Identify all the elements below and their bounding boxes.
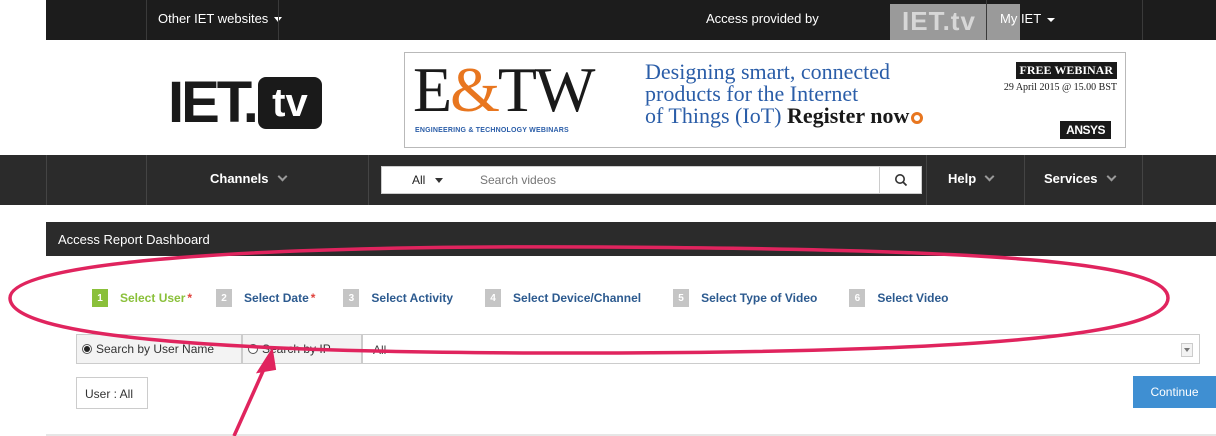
webinar-banner-ad[interactable]: E&TW ENGINEERING & TECHNOLOGY WEBINARS D… — [404, 52, 1126, 148]
sponsor-logo: ANSYS — [1060, 121, 1111, 139]
banner-line-3: of Things (IoT) — [645, 103, 782, 128]
radio-unchecked-icon — [248, 344, 258, 354]
step-number: 6 — [849, 289, 866, 307]
page-title: Access Report Dashboard — [58, 232, 210, 247]
continue-button[interactable]: Continue — [1133, 376, 1216, 408]
required-marker: * — [187, 291, 193, 305]
wizard-steps: 1 Select User * 2 Select Date * 3 Select A… — [92, 286, 949, 310]
arrow-circle-icon — [911, 111, 924, 124]
nav-divider — [926, 155, 927, 205]
nav-services[interactable]: Services — [1044, 171, 1116, 186]
step-number: 4 — [485, 289, 502, 307]
step-label: Select Video — [877, 291, 949, 305]
search-by-username-label: Search by User Name — [96, 342, 215, 356]
nav-channels-label: Channels — [210, 171, 269, 186]
search-by-ip-label: Search by IP — [262, 342, 331, 356]
nav-help-label: Help — [948, 171, 977, 186]
my-iet-label: My IET — [1000, 11, 1042, 26]
banner-line-2: products for the Internet — [645, 81, 859, 106]
step-label: Select Device/Channel — [513, 291, 642, 305]
banner-headline: Designing smart, connected products for … — [645, 59, 924, 128]
nav-divider — [146, 155, 147, 205]
iet-tv-logo[interactable]: IET. tv — [168, 74, 322, 132]
required-marker: * — [310, 291, 316, 305]
my-iet-link[interactable]: My IET — [1000, 11, 1056, 26]
user-select-value: All — [373, 343, 387, 357]
page-root: Other IET websites Access provided by IE… — [0, 0, 1216, 436]
etw-logo: E&TW — [413, 54, 595, 125]
banner-line-1: Designing smart, connected — [645, 59, 890, 84]
nav-help[interactable]: Help — [948, 171, 995, 186]
dropdown-arrow-icon — [1181, 343, 1193, 357]
search-by-ip-radio[interactable]: Search by IP — [242, 334, 362, 364]
other-iet-websites-link[interactable]: Other IET websites — [158, 11, 283, 26]
step-number: 2 — [216, 289, 233, 307]
step-select-date[interactable]: 2 Select Date * — [216, 289, 315, 307]
access-logo-text: IET.tv — [902, 6, 976, 36]
topbar-divider — [278, 0, 279, 40]
step-label: Select User — [120, 291, 186, 305]
access-provided-label: Access provided by — [706, 11, 819, 26]
chevron-down-icon — [1106, 171, 1116, 182]
search-icon — [894, 174, 907, 187]
step-number: 3 — [343, 289, 360, 307]
webinar-date: 29 April 2015 @ 15.00 BST — [1003, 82, 1117, 93]
step-select-video[interactable]: 6 Select Video — [849, 289, 949, 307]
search-by-username-radio[interactable]: Search by User Name — [76, 334, 242, 364]
step-number: 5 — [673, 289, 690, 307]
nav-divider — [46, 155, 47, 205]
chevron-down-icon — [984, 171, 995, 182]
webinar-info: FREE WEBINAR 29 April 2015 @ 15.00 BST — [1004, 61, 1117, 93]
step-select-device-channel[interactable]: 4 Select Device/Channel — [485, 289, 641, 307]
step-number: 1 — [92, 289, 108, 307]
banner-register-cta: Register now — [786, 103, 910, 128]
topbar-divider — [986, 0, 987, 40]
annotation-arrow-shaft — [232, 359, 270, 436]
caret-down-icon — [435, 178, 444, 184]
other-sites-label: Other IET websites — [158, 11, 269, 26]
search-scope-select[interactable]: All — [412, 173, 444, 187]
free-webinar-tag: FREE WEBINAR — [1015, 62, 1117, 79]
nav-services-label: Services — [1044, 171, 1098, 186]
step-label: Select Type of Video — [701, 291, 818, 305]
site-header: IET. tv E&TW ENGINEERING & TECHNOLOGY WE… — [46, 40, 1216, 152]
nav-channels[interactable]: Channels — [210, 171, 287, 186]
top-bar: Other IET websites Access provided by IE… — [46, 0, 1216, 40]
user-select[interactable]: All — [362, 334, 1200, 364]
logo-text: IET. — [168, 70, 259, 135]
search-button[interactable] — [879, 167, 921, 193]
search-scope-value: All — [412, 173, 426, 187]
step-label: Select Date — [244, 291, 309, 305]
topbar-divider — [1142, 0, 1143, 40]
search-input[interactable] — [480, 170, 870, 190]
step-select-user[interactable]: 1 Select User * — [92, 289, 192, 307]
logo-tv-badge: tv — [257, 77, 322, 129]
user-summary: User : All — [76, 377, 148, 409]
dashboard-title-bar: Access Report Dashboard — [46, 222, 1216, 256]
nav-divider — [1142, 155, 1143, 205]
step-select-type-of-video[interactable]: 5 Select Type of Video — [673, 289, 817, 307]
etw-subtitle: ENGINEERING & TECHNOLOGY WEBINARS — [415, 127, 569, 134]
step-label: Select Activity — [371, 291, 454, 305]
step-select-activity[interactable]: 3 Select Activity — [343, 289, 453, 307]
topbar-divider — [146, 0, 147, 40]
nav-divider — [1024, 155, 1025, 205]
nav-divider — [368, 155, 369, 205]
chevron-down-icon — [277, 171, 287, 182]
radio-checked-icon — [82, 344, 92, 354]
caret-down-icon — [1047, 17, 1056, 22]
search-bar: All — [381, 166, 922, 194]
